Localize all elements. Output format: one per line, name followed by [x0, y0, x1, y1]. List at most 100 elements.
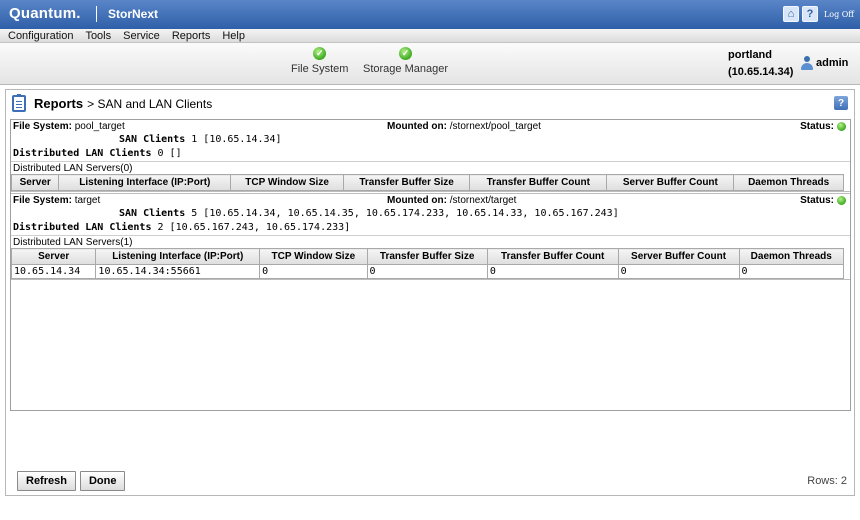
col-tcp-window-size[interactable]: TCP Window Size [259, 248, 368, 265]
col-daemon-threads[interactable]: Daemon Threads [738, 248, 844, 265]
filesystem-header: File System: pool_target Mounted on: /st… [11, 120, 850, 133]
san-label: SAN Clients [119, 134, 186, 145]
check-icon: ✓ [313, 47, 327, 60]
col-server-buffer-count[interactable]: Server Buffer Count [606, 174, 735, 191]
menu-reports[interactable]: Reports [172, 30, 211, 42]
mount-field: Mounted on: /stornext/pool_target [387, 121, 541, 132]
status-ok-icon [837, 196, 846, 205]
status-storage-manager-label: Storage Manager [363, 63, 448, 75]
user-icon [800, 56, 814, 70]
status-file-system-label: File System [291, 63, 349, 75]
cell-daemon-threads: 0 [738, 264, 844, 279]
col-transfer-buffer-size[interactable]: Transfer Buffer Size [366, 248, 488, 265]
table-header-row: Server Listening Interface (IP:Port) TCP… [11, 248, 844, 265]
fs-name: target [74, 195, 101, 206]
help-icon[interactable]: ? [834, 96, 848, 110]
lan-value: 2 [10.65.167.243, 10.65.174.233] [157, 222, 351, 233]
col-server[interactable]: Server [11, 248, 97, 265]
rows-count: Rows: 2 [807, 475, 847, 487]
status-storage-manager[interactable]: ✓ Storage Manager [363, 47, 448, 75]
menu-tools[interactable]: Tools [85, 30, 111, 42]
filesystem-header: File System: target Mounted on: /stornex… [11, 194, 850, 207]
lan-label: Distributed LAN Clients [13, 148, 152, 159]
status-file-system[interactable]: ✓ File System [291, 47, 348, 75]
lan-servers-table: Server Listening Interface (IP:Port) TCP… [11, 248, 844, 279]
fs-label: File System: [13, 195, 72, 206]
user-menu[interactable]: admin [800, 56, 848, 70]
servers-count: (1) [120, 237, 133, 248]
col-listening-interface[interactable]: Listening Interface (IP:Port) [58, 174, 232, 191]
col-transfer-buffer-size[interactable]: Transfer Buffer Size [342, 174, 471, 191]
mount-label: Mounted on: [387, 121, 447, 132]
lan-clients: Distributed LAN Clients 2 [10.65.167.243… [11, 221, 850, 235]
fs-name: pool_target [74, 121, 125, 132]
page-title: Reports [34, 96, 84, 111]
filesystem-block: File System: target Mounted on: /stornex… [11, 193, 850, 280]
action-bar: Refresh Done Rows: 2 [6, 466, 854, 496]
col-transfer-buffer-count[interactable]: Transfer Buffer Count [486, 248, 619, 265]
servers-count: (0) [120, 163, 133, 174]
menu-bar: Configuration Tools Service Reports Help [0, 29, 860, 43]
cell-listening-interface: 10.65.14.34:55661 [95, 264, 261, 279]
san-value: 1 [10.65.14.34] [191, 134, 282, 145]
user-name: admin [816, 57, 849, 69]
cell-transfer-buffer-size: 0 [366, 264, 488, 279]
mount-label: Mounted on: [387, 195, 447, 206]
lan-servers-table: Server Listening Interface (IP:Port) TCP… [11, 174, 844, 191]
col-transfer-buffer-count[interactable]: Transfer Buffer Count [469, 174, 608, 191]
fs-label: File System: [13, 121, 72, 132]
cell-tcp-window-size: 0 [259, 264, 368, 279]
server-info: portland (10.65.14.34) [728, 47, 793, 81]
col-daemon-threads[interactable]: Daemon Threads [733, 174, 844, 191]
report-content: File System: pool_target Mounted on: /st… [10, 119, 851, 411]
server-name: portland [728, 49, 772, 61]
home-icon[interactable]: ⌂ [782, 6, 799, 22]
status-label: Status: [800, 121, 834, 132]
brand-logo: Quantum. [9, 5, 81, 22]
refresh-button[interactable]: Refresh [17, 471, 76, 491]
lan-servers-label: Distributed LAN Servers(0) [11, 161, 850, 174]
lan-servers-label: Distributed LAN Servers(1) [11, 235, 850, 248]
status-label: Status: [800, 195, 834, 206]
col-server-buffer-count[interactable]: Server Buffer Count [617, 248, 740, 265]
menu-configuration[interactable]: Configuration [8, 30, 73, 42]
servers-label: Distributed LAN Servers [13, 163, 121, 174]
cell-server: 10.65.14.34 [11, 264, 97, 279]
col-server[interactable]: Server [11, 174, 60, 191]
server-ip: (10.65.14.34) [728, 66, 794, 78]
fs-status: Status: [800, 195, 846, 206]
done-button[interactable]: Done [79, 471, 126, 491]
fs-name-field: File System: pool_target [13, 121, 125, 132]
san-clients: SAN Clients 1 [10.65.14.34] [11, 133, 850, 147]
cell-server-buffer-count: 0 [617, 264, 740, 279]
lan-clients: Distributed LAN Clients 0 [] [11, 147, 850, 161]
san-value: 5 [10.65.14.34, 10.65.14.35, 10.65.174.2… [191, 208, 619, 219]
report-panel: Reports > SAN and LAN Clients ? File Sys… [5, 89, 855, 496]
fs-name-field: File System: target [13, 195, 100, 206]
menu-help[interactable]: Help [222, 30, 245, 42]
filesystem-block: File System: pool_target Mounted on: /st… [11, 120, 850, 192]
mount-path: /stornext/target [449, 195, 517, 206]
app-header: Quantum. StorNext ⌂ ? Log Off [0, 0, 860, 29]
col-listening-interface[interactable]: Listening Interface (IP:Port) [95, 248, 261, 265]
page-subtitle: > SAN and LAN Clients [87, 96, 213, 111]
report-icon [12, 94, 26, 112]
panel-header: Reports > SAN and LAN Clients ? [6, 90, 854, 117]
mount-path: /stornext/pool_target [449, 121, 541, 132]
status-bar: ✓ File System ✓ Storage Manager portland… [0, 43, 860, 85]
table-row[interactable]: 10.65.14.34 10.65.14.34:55661 0 0 0 0 0 [11, 264, 844, 279]
log-off-link[interactable]: Log Off [824, 10, 854, 19]
header-actions: ⌂ ? Log Off [782, 5, 854, 23]
check-icon: ✓ [399, 47, 412, 60]
mount-field: Mounted on: /stornext/target [387, 195, 516, 206]
fs-status: Status: [800, 121, 846, 132]
cell-transfer-buffer-count: 0 [486, 264, 619, 279]
san-clients: SAN Clients 5 [10.65.14.34, 10.65.14.35,… [11, 207, 850, 221]
col-tcp-window-size[interactable]: TCP Window Size [230, 174, 344, 191]
question-icon[interactable]: ? [801, 6, 818, 22]
status-ok-icon [837, 122, 846, 131]
lan-label: Distributed LAN Clients [13, 222, 152, 233]
header-divider [96, 6, 97, 22]
product-name: StorNext [108, 7, 159, 21]
menu-service[interactable]: Service [123, 30, 160, 42]
